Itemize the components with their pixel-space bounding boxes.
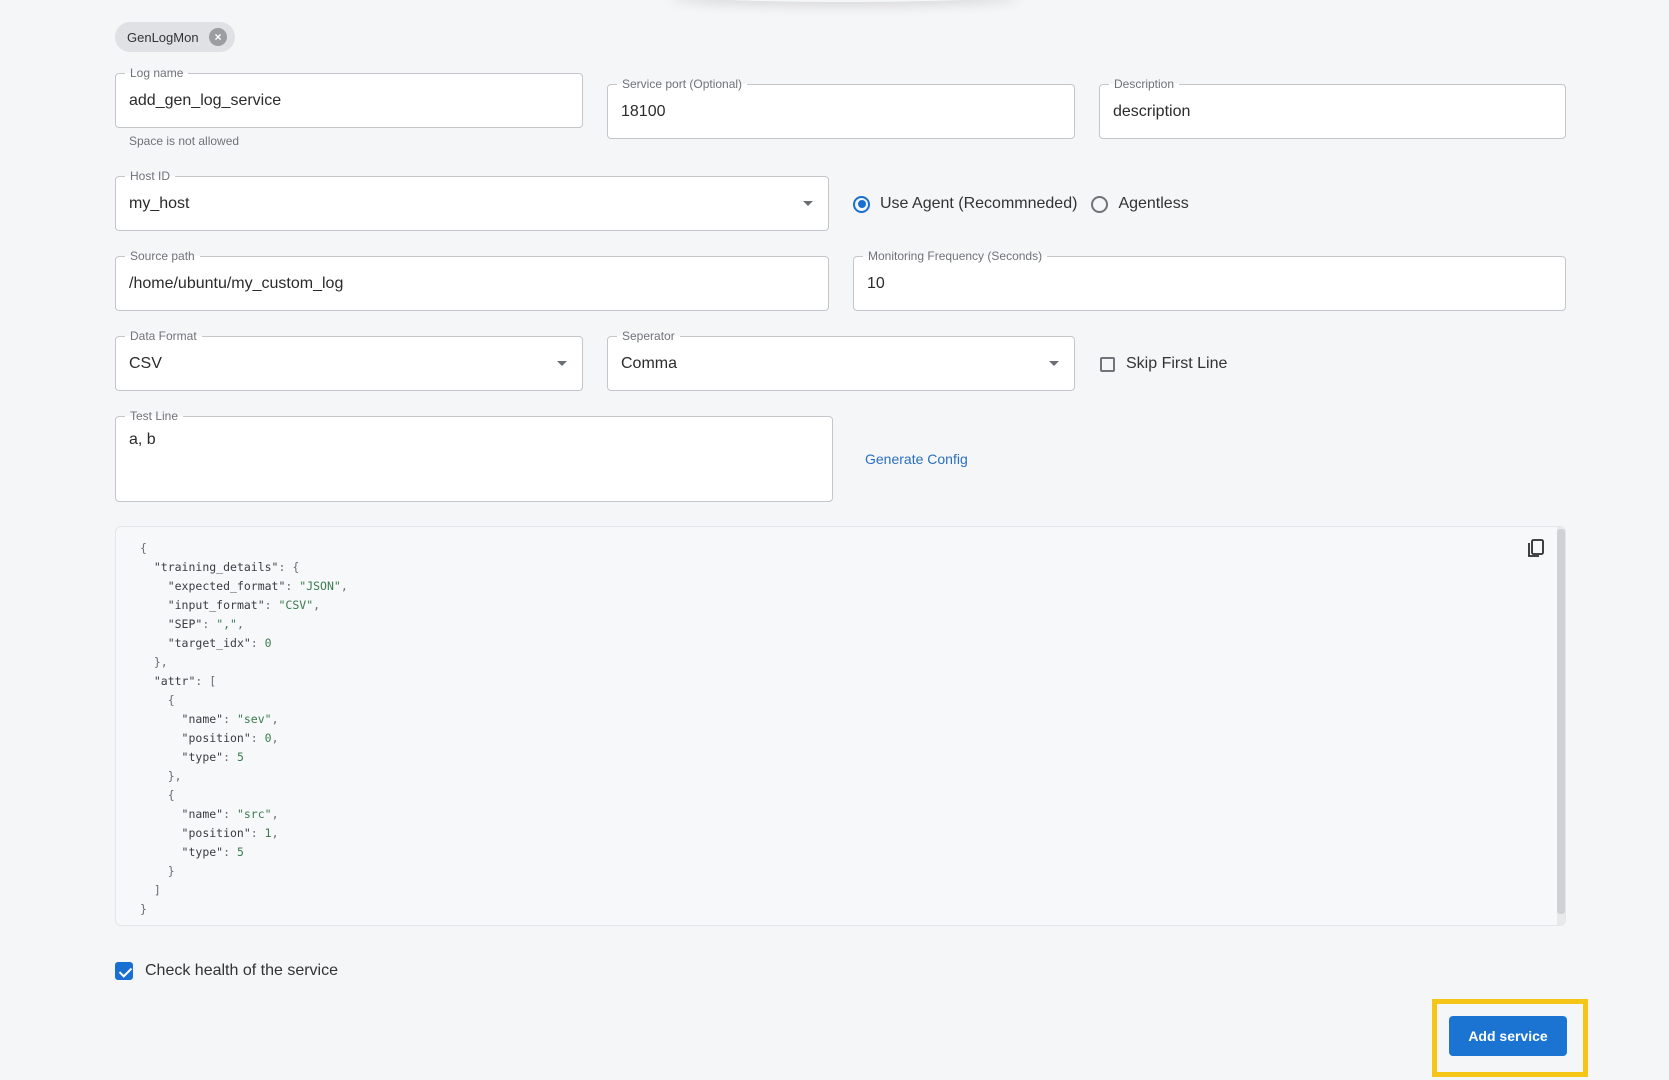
host-id-value: my_host	[129, 194, 190, 212]
log-name-field[interactable]: Log name add_gen_log_service	[115, 66, 583, 128]
code-line: },	[140, 769, 182, 783]
monitoring-frequency-field[interactable]: Monitoring Frequency (Seconds) 10	[853, 249, 1566, 311]
code-line: "expected_format": "JSON",	[167, 579, 348, 593]
dropdown-arrow-icon[interactable]	[557, 360, 567, 366]
dropdown-arrow-icon[interactable]	[803, 200, 813, 206]
code-line: "SEP": ",",	[167, 617, 244, 631]
top-panel-shadow	[670, 0, 1020, 2]
code-line: "type": 5	[181, 845, 244, 859]
check-health-option[interactable]: Check health of the service	[115, 960, 338, 982]
copy-icon[interactable]	[1525, 537, 1547, 559]
source-path-label: Source path	[125, 249, 200, 263]
separator-value: Comma	[621, 354, 678, 372]
description-input[interactable]: description	[1113, 103, 1190, 121]
host-id-select[interactable]: Host ID my_host	[115, 169, 829, 231]
radio-use-agent[interactable]	[853, 195, 870, 213]
code-scrollbar[interactable]	[1557, 527, 1565, 925]
skip-first-line-option[interactable]: Skip First Line	[1100, 352, 1227, 376]
generate-config-link[interactable]: Generate Config	[865, 451, 968, 467]
description-field[interactable]: Description description	[1099, 77, 1566, 139]
log-name-input[interactable]: add_gen_log_service	[129, 92, 281, 110]
data-format-value: CSV	[129, 354, 162, 372]
log-name-label: Log name	[125, 66, 189, 80]
monitoring-frequency-label: Monitoring Frequency (Seconds)	[863, 249, 1048, 263]
monitoring-frequency-input[interactable]: 10	[867, 275, 885, 293]
code-line: "target_idx": 0	[167, 636, 272, 650]
data-format-label: Data Format	[125, 329, 202, 343]
code-line: "name": "sev",	[181, 712, 279, 726]
radio-agentless[interactable]	[1091, 195, 1109, 213]
service-port-input[interactable]: 18100	[621, 103, 666, 121]
code-line: {	[140, 693, 175, 707]
code-line: },	[140, 655, 168, 669]
chip-label: GenLogMon	[127, 29, 199, 45]
service-port-field[interactable]: Service port (Optional) 18100	[607, 77, 1075, 139]
radio-agentless-label[interactable]: Agentless	[1118, 195, 1188, 213]
radio-use-agent-label[interactable]: Use Agent (Recommneded)	[880, 195, 1077, 213]
source-path-field[interactable]: Source path /home/ubuntu/my_custom_log	[115, 249, 829, 311]
code-line: "position": 0,	[181, 731, 279, 745]
skip-first-line-checkbox[interactable]	[1100, 356, 1115, 372]
code-line: {	[140, 788, 175, 802]
description-label: Description	[1109, 77, 1180, 91]
separator-select[interactable]: Seperator Comma	[607, 329, 1075, 391]
source-path-input[interactable]: /home/ubuntu/my_custom_log	[129, 275, 343, 293]
add-service-button[interactable]: Add service	[1449, 1016, 1567, 1056]
log-name-helper-text: Space is not allowed	[129, 134, 240, 148]
check-health-checkbox[interactable]	[115, 962, 133, 980]
dropdown-arrow-icon[interactable]	[1049, 360, 1059, 366]
code-line: {	[140, 541, 147, 555]
config-json-text: { "training_details": { "expected_format…	[140, 539, 348, 919]
data-format-select[interactable]: Data Format CSV	[115, 329, 583, 391]
host-id-label: Host ID	[125, 169, 176, 183]
code-line: "position": 1,	[181, 826, 279, 840]
test-line-input[interactable]: a, b	[129, 431, 156, 449]
code-line: ]	[140, 883, 161, 897]
service-port-label: Service port (Optional)	[617, 77, 748, 91]
code-line: }	[140, 864, 175, 878]
check-health-label[interactable]: Check health of the service	[145, 962, 338, 980]
code-line: "attr": [	[153, 674, 217, 688]
code-line: "training_details": {	[153, 560, 300, 574]
code-line: "input_format": "CSV",	[167, 598, 321, 612]
code-scrollbar-thumb[interactable]	[1557, 529, 1565, 914]
code-line: "name": "src",	[181, 807, 279, 821]
config-code-block: { "training_details": { "expected_format…	[115, 526, 1566, 926]
filter-chip[interactable]: GenLogMon ×	[115, 22, 235, 52]
skip-first-line-label[interactable]: Skip First Line	[1126, 355, 1227, 373]
test-line-label: Test Line	[125, 409, 184, 423]
code-line: }	[140, 902, 147, 916]
agent-mode-radio-group: Use Agent (Recommneded) Agentless	[853, 192, 1203, 216]
separator-label: Seperator	[617, 329, 680, 343]
code-line: "type": 5	[181, 750, 244, 764]
test-line-textarea[interactable]: Test Line a, b	[115, 409, 833, 502]
close-circle-icon[interactable]: ×	[209, 28, 227, 46]
